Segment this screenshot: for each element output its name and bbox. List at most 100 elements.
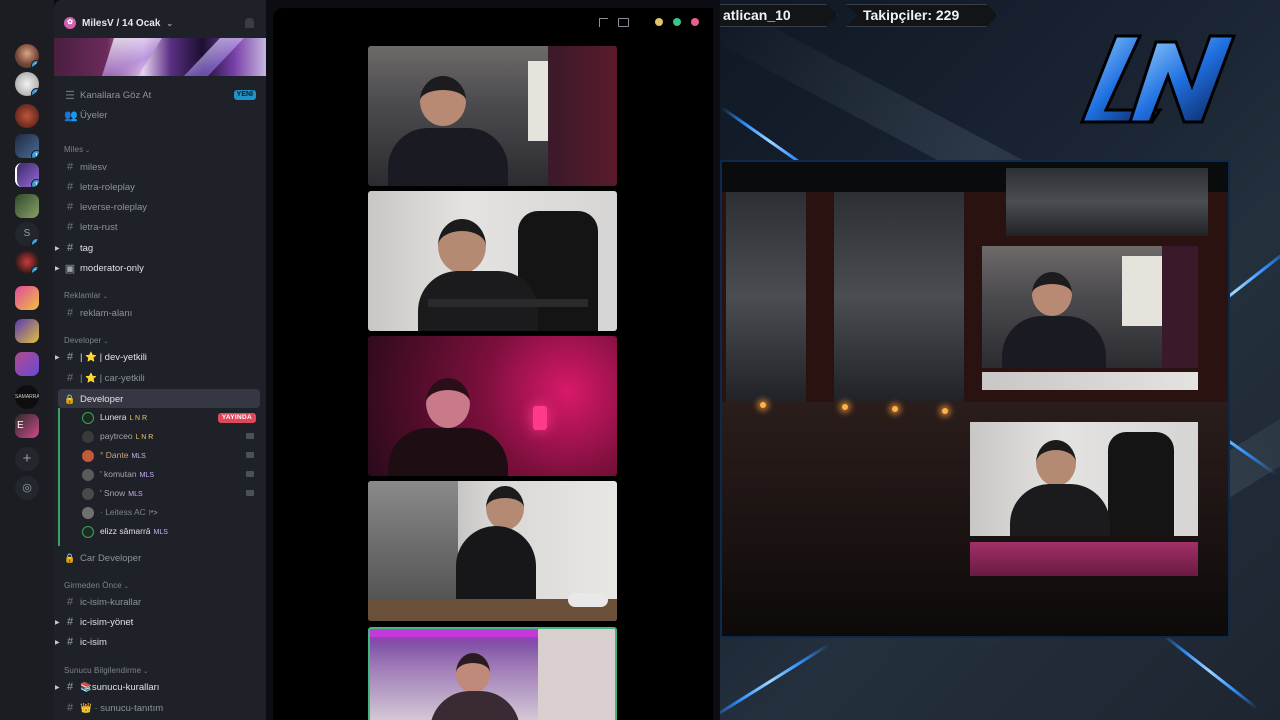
channel-label: ic-isim-kurallar [80,596,142,608]
hash-icon: # [66,681,74,693]
avatar [82,507,94,519]
server-header[interactable]: ✿ MilesV / 14 Ocak ⌄ [54,8,266,38]
category-miles[interactable]: Miles ⌄ [64,145,90,154]
channel-ic-isim[interactable]: ▶ # ic-isim [54,632,266,652]
bell-icon[interactable] [245,18,254,28]
video-tile-speaking[interactable] [368,627,617,720]
channel-dev-yetkili[interactable]: ▶ # | ⭐ | dev-yetkili [54,347,266,367]
channel-leverse-roleplay[interactable]: # leverse-roleplay [54,197,266,217]
browse-channels-label: Kanallara Göz At [80,89,152,101]
popout-icon[interactable] [618,17,629,27]
channel-ic-isim-yonet[interactable]: ▶ # ic-isim-yönet [54,612,266,632]
server-icon-13[interactable]: E [15,414,39,438]
add-server-icon[interactable]: + [15,447,39,471]
camera-icon [246,490,254,496]
server-icon-12[interactable]: SAMARRA [15,385,39,409]
channel-label: letra-rust [80,221,118,233]
discover-icon[interactable]: ◎ [15,476,39,500]
maximize-dot-icon[interactable] [673,18,681,26]
server-icon-4[interactable]: 1 [15,134,39,158]
lock-speaker-icon: 🔒 [64,393,76,404]
browse-channels[interactable]: ☰ Kanallara Göz At YENİ [54,85,266,105]
channel-label: | ⭐ | dev-yetkili [80,351,147,363]
channel-car-yetkili[interactable]: # | ⭐ | car-yetkili [54,368,266,388]
avatar [82,469,94,481]
camera-icon [246,471,254,477]
category-girmeden-once[interactable]: Girmeden Önce ⌄ [64,581,129,590]
followers-label: Takipçiler: 229 [846,4,998,27]
voice-user[interactable]: paytrceo L N R [54,427,266,446]
channel-label: leverse-roleplay [80,201,148,213]
voice-user[interactable]: ° Dante MLS [54,446,266,465]
server-icon-active[interactable]: 1 [15,163,39,187]
user-tag: L N R [129,415,148,422]
server-icon-1[interactable]: 2 [15,44,39,68]
channel-milesv[interactable]: # milesv [54,157,266,177]
members-icon: 👥 [64,109,78,122]
voice-user[interactable]: Lunera L N R YAYINDA [54,408,266,427]
server-boost-icon: ✿ [64,17,76,29]
server-icon-10[interactable] [15,319,39,343]
channel-name: sunucu-kuralları [91,681,160,693]
server-icon-7[interactable]: S1 [15,222,39,246]
video-tile[interactable] [368,336,617,476]
voice-channel-car-developer[interactable]: 🔒 Car Developer [54,548,266,568]
hash-icon: # [66,616,74,628]
expand-arrow-icon: ▶ [55,265,60,272]
avatar [82,431,94,443]
server-icon-3[interactable] [15,104,39,128]
channel-sunucu-kurallari[interactable]: ▶ # 📚sunucu-kuralları [54,677,266,697]
channel-tag[interactable]: ▶ # tag [54,238,266,258]
channel-sunucu-tanitim[interactable]: # 👑 · sunucu-tanıtım [54,698,266,718]
category-sunucu-bilgi[interactable]: Sunucu Bilgilendirme ⌄ [64,666,148,675]
video-tile[interactable] [368,46,617,186]
user-tag: !*> [148,510,158,517]
server-icon-8[interactable]: 2 [15,250,39,274]
expand-arrow-icon: ▶ [55,639,60,646]
user-name: paytrceo [100,431,133,441]
voice-user[interactable]: · Leitess AC !*> [54,503,266,522]
hash-icon: # [66,702,74,714]
category-label: Sunucu Bilgilendirme [64,666,142,675]
server-icon-11[interactable] [15,352,39,376]
category-reklamlar[interactable]: Reklamlar ⌄ [64,291,108,300]
members-item[interactable]: 👥 Üyeler [54,105,266,125]
live-badge: YAYINDA [217,413,256,423]
user-tag: MLS [131,453,146,460]
streamer-name-label: atlican_10 [720,4,838,27]
server-icon-6[interactable] [15,194,39,218]
user-tag: L N R [135,434,154,441]
members-label: Üyeler [80,109,108,121]
voice-channel-developer[interactable]: 🔒 Developer [54,389,266,409]
channel-moderator-only[interactable]: ▶ ▣ moderator-only [54,258,266,278]
voice-user[interactable]: ' komutan MLS [54,465,266,484]
channel-label: reklam-alanı [80,307,133,319]
expand-arrow-icon: ▶ [55,354,60,361]
notification-badge: 2 [31,266,39,274]
rules-emoji-icon: 📚 [80,681,92,693]
video-tile[interactable] [368,191,617,331]
flag-icon[interactable] [599,17,608,27]
close-dot-icon[interactable] [691,18,699,26]
voice-user[interactable]: ' Snow MLS [54,484,266,503]
channel-letra-roleplay[interactable]: # letra-roleplay [54,177,266,197]
channel-reklam-alani[interactable]: # reklam-alanı [54,303,266,323]
voice-channel-label: Developer [80,393,124,405]
hash-icon: # [66,242,74,254]
channel-label: letra-roleplay [80,181,135,193]
channel-letra-rust[interactable]: # letra-rust [54,217,266,237]
channel-ic-isim-kurallar[interactable]: # ic-isim-kurallar [54,592,266,612]
notification-badge: 2 [31,60,39,68]
video-tile[interactable] [368,481,617,621]
server-icon-2[interactable]: 1 [15,72,39,96]
voice-user[interactable]: elizz sâmarrā MLS [54,522,266,541]
minimize-dot-icon[interactable] [655,18,663,26]
channel-sidebar: ✿ MilesV / 14 Ocak ⌄ ☰ Kanallara Göz At … [54,0,266,720]
category-label: Developer [64,336,102,345]
hash-icon: # [66,161,74,173]
channel-logo [1079,32,1237,128]
category-developer[interactable]: Developer ⌄ [64,336,109,345]
forum-icon: ▣ [64,262,76,275]
server-icon-9[interactable] [15,286,39,310]
new-badge: YENİ [233,90,256,100]
